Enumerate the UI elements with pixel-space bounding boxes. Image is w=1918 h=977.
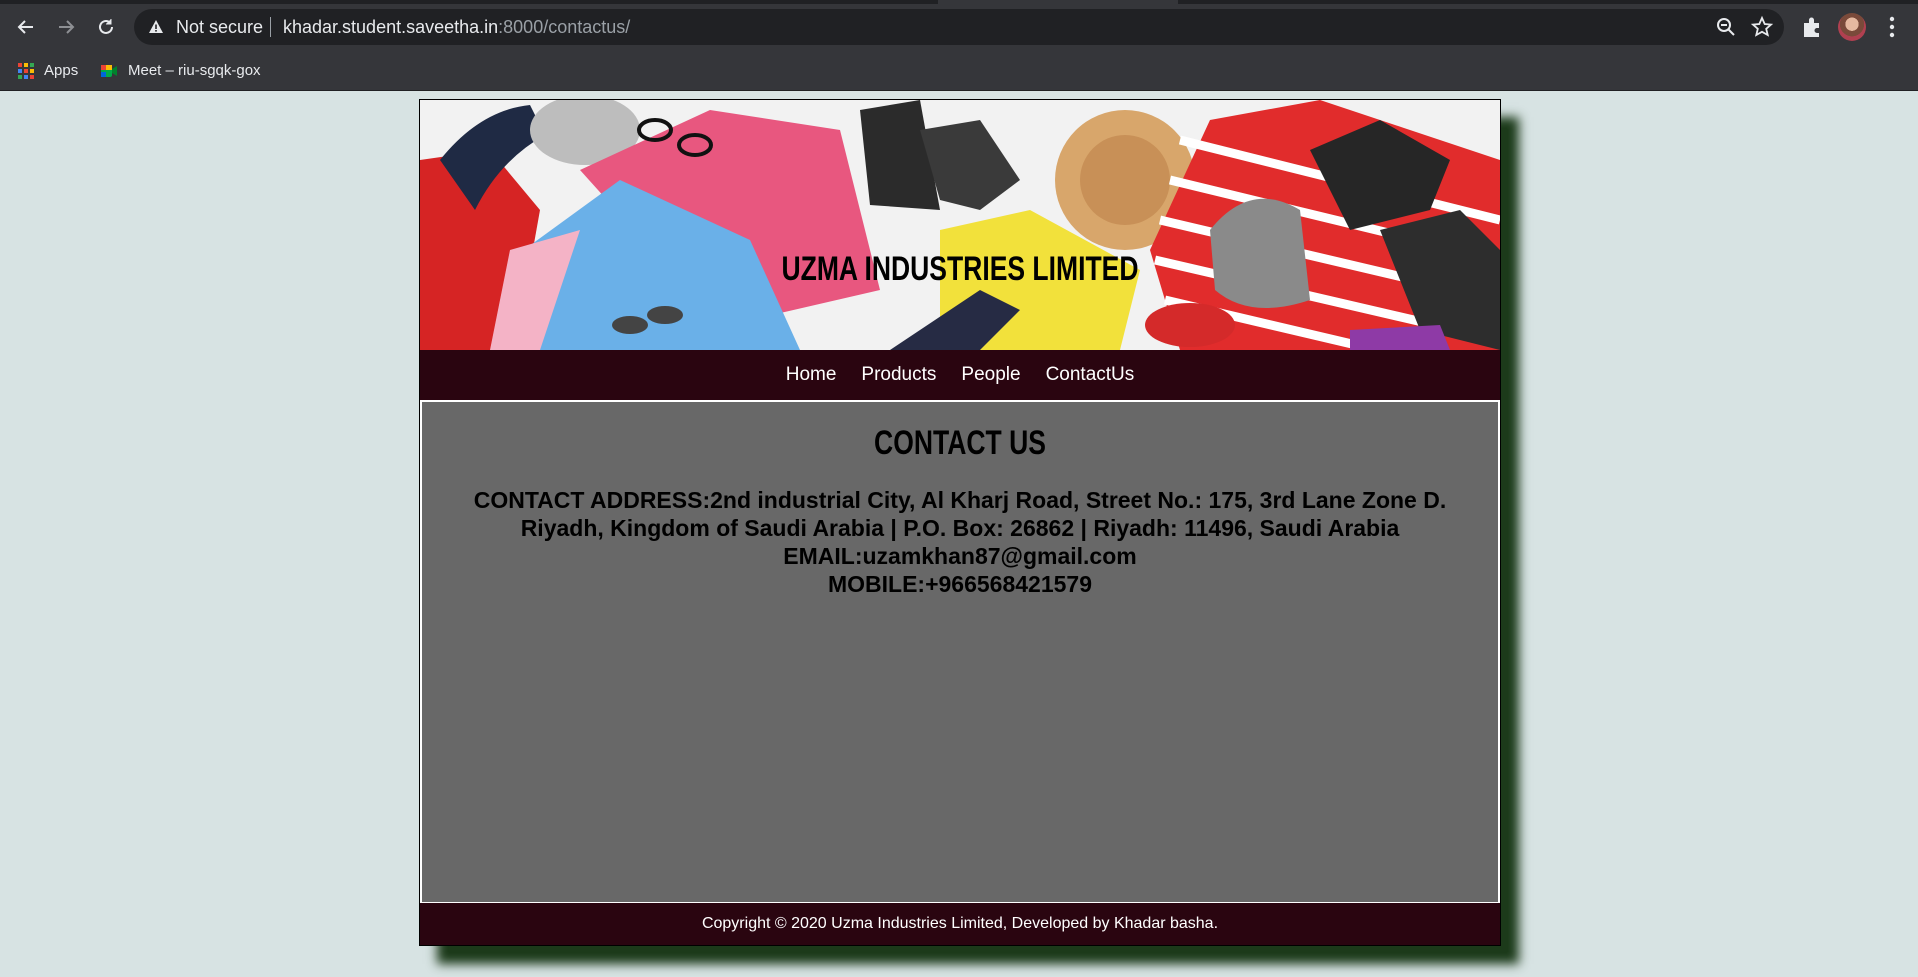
bookmark-meet[interactable]: Meet – riu-sgqk-gox [100, 62, 261, 79]
warning-icon[interactable] [148, 19, 164, 35]
url-host: khadar.student.saveetha.in [283, 17, 499, 37]
forward-icon[interactable] [50, 11, 82, 43]
clothing-collage-image [420, 100, 1500, 350]
reload-icon[interactable] [90, 11, 122, 43]
omnibox-divider [270, 17, 271, 37]
site-container: UZMA INDUSTRIES LIMITED Home Products Pe… [419, 99, 1501, 946]
company-title: UZMA INDUSTRIES LIMITED [781, 250, 1139, 288]
bookmark-star-icon[interactable] [1750, 15, 1774, 39]
address-line-2: Riyadh, Kingdom of Saudi Arabia | P.O. B… [520, 515, 1400, 541]
page-title: CONTACT US [874, 424, 1046, 462]
nav-people[interactable]: People [961, 364, 1020, 386]
bookmarks-bar: Apps Meet – riu-sgqk-gox [0, 54, 1918, 91]
hero-banner: UZMA INDUSTRIES LIMITED [420, 100, 1500, 350]
main-nav: Home Products People ContactUs [420, 350, 1500, 400]
google-meet-icon [101, 64, 117, 77]
back-icon[interactable] [10, 11, 42, 43]
url-path: :8000/contactus/ [498, 17, 631, 37]
copyright-text: Copyright © 2020 Uzma Industries Limited… [701, 915, 1219, 932]
browser-toolbar: Not secure khadar.student.saveetha.in:80… [0, 0, 1918, 54]
email-line: EMAIL:uzamkhan87@gmail.com [783, 543, 1137, 569]
security-label[interactable]: Not secure [176, 17, 263, 38]
site-footer: Copyright © 2020 Uzma Industries Limited… [420, 903, 1500, 945]
active-tab[interactable] [938, 0, 1178, 4]
nav-home[interactable]: Home [786, 364, 837, 386]
bookmark-label: Apps [44, 62, 79, 79]
address-bar[interactable]: Not secure khadar.student.saveetha.in:80… [134, 9, 1784, 45]
zoom-icon[interactable] [1714, 15, 1738, 39]
kebab-menu-icon[interactable] [1882, 14, 1902, 40]
bookmark-label: Meet – riu-sgqk-gox [128, 62, 261, 79]
contact-details: CONTACT ADDRESS:2nd industrial City, Al … [422, 486, 1498, 598]
bookmark-apps[interactable]: Apps [18, 62, 78, 79]
mobile-line: MOBILE:+966568421579 [827, 571, 1093, 597]
nav-products[interactable]: Products [861, 364, 936, 386]
apps-grid-icon [18, 62, 34, 79]
nav-contactus[interactable]: ContactUs [1046, 364, 1135, 386]
url-text[interactable]: khadar.student.saveetha.in:8000/contactu… [283, 17, 630, 38]
profile-avatar[interactable] [1838, 13, 1866, 41]
tab-strip [0, 0, 1918, 4]
contact-section: CONTACT US CONTACT ADDRESS:2nd industria… [421, 401, 1499, 903]
extensions-puzzle-icon[interactable] [1799, 14, 1825, 40]
address-line-1: CONTACT ADDRESS:2nd industrial City, Al … [473, 487, 1447, 513]
